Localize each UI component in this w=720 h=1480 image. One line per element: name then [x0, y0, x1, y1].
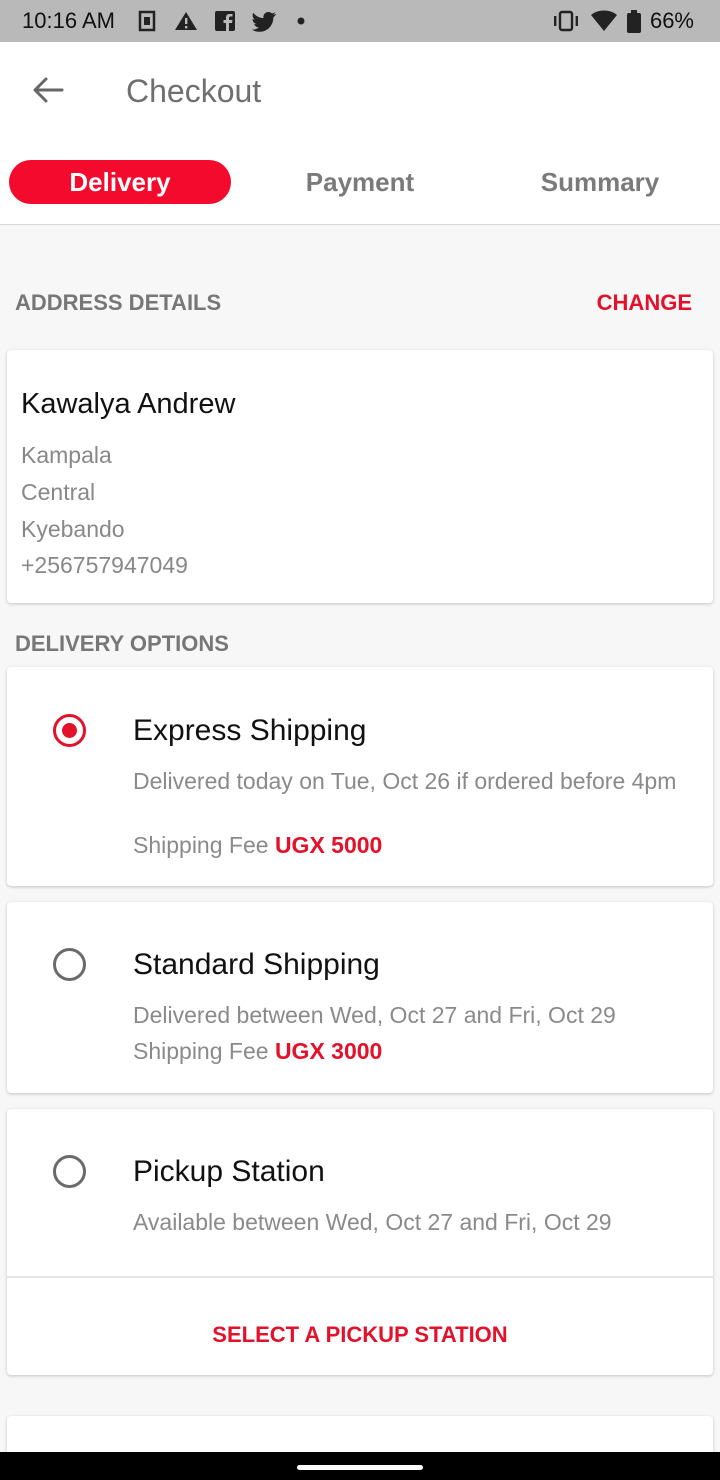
option-title: Pickup Station [133, 1155, 325, 1188]
checkout-tabs: Delivery Payment Summary [0, 138, 720, 225]
address-phone: +256757947049 [21, 552, 188, 578]
fee-label: Shipping Fee [133, 832, 269, 858]
status-bar: 10:16 AM 66% [0, 0, 720, 42]
radio-unselected-icon[interactable] [53, 1155, 86, 1188]
status-time: 10:16 AM [22, 8, 115, 33]
divider [7, 1276, 713, 1278]
delivery-option-standard[interactable]: Standard Shipping Delivered between Wed,… [7, 902, 713, 1093]
fee-value: UGX 5000 [274, 832, 383, 858]
option-description: Delivered today on Tue, Oct 26 if ordere… [133, 768, 677, 794]
tab-summary[interactable]: Summary [500, 160, 700, 204]
tab-payment[interactable]: Payment [260, 160, 460, 204]
address-area: Kyebando [21, 516, 125, 542]
back-arrow-icon[interactable] [30, 72, 66, 108]
option-description: Available between Wed, Oct 27 and Fri, O… [133, 1209, 612, 1235]
select-pickup-station-button[interactable]: SELECT A PICKUP STATION [7, 1322, 713, 1348]
shipping-fee: Shipping Fee UGX 5000 [133, 832, 683, 859]
shipping-fee: Shipping Fee UGX 3000 [133, 1038, 683, 1065]
option-title: Standard Shipping [133, 948, 380, 981]
address-city: Kampala [21, 442, 112, 468]
fee-label: Shipping Fee [133, 1038, 269, 1064]
address-section-title: ADDRESS DETAILS [15, 290, 222, 315]
tab-delivery[interactable]: Delivery [9, 160, 231, 204]
app-bar: Checkout [0, 42, 720, 138]
page-title: Checkout [126, 73, 262, 109]
system-nav-bar [0, 1452, 720, 1480]
option-description: Delivered between Wed, Oct 27 and Fri, O… [133, 1002, 616, 1028]
change-address-button[interactable]: CHANGE [597, 290, 692, 316]
address-name: Kawalya Andrew [21, 388, 236, 420]
fee-value: UGX 3000 [274, 1038, 383, 1064]
delivery-section-title: DELIVERY OPTIONS [15, 631, 229, 656]
battery-icon [627, 10, 641, 33]
delivery-option-pickup[interactable]: Pickup Station Available between Wed, Oc… [7, 1109, 713, 1375]
facebook-icon [215, 11, 235, 31]
dot-icon [297, 17, 305, 25]
twitter-icon [252, 12, 276, 32]
radio-selected-icon[interactable] [53, 714, 86, 747]
option-title: Express Shipping [133, 714, 367, 747]
home-gesture-handle[interactable] [297, 1465, 423, 1470]
sim-icon [138, 10, 156, 32]
address-card: Kawalya Andrew Kampala Central Kyebando … [7, 350, 713, 603]
alert-icon [175, 12, 197, 30]
delivery-option-express[interactable]: Express Shipping Delivered today on Tue,… [7, 667, 713, 886]
radio-unselected-icon[interactable] [53, 948, 86, 981]
address-region: Central [21, 479, 96, 505]
battery-percent: 66% [649, 8, 694, 33]
wifi-icon [591, 10, 617, 31]
vibrate-icon [554, 10, 578, 32]
